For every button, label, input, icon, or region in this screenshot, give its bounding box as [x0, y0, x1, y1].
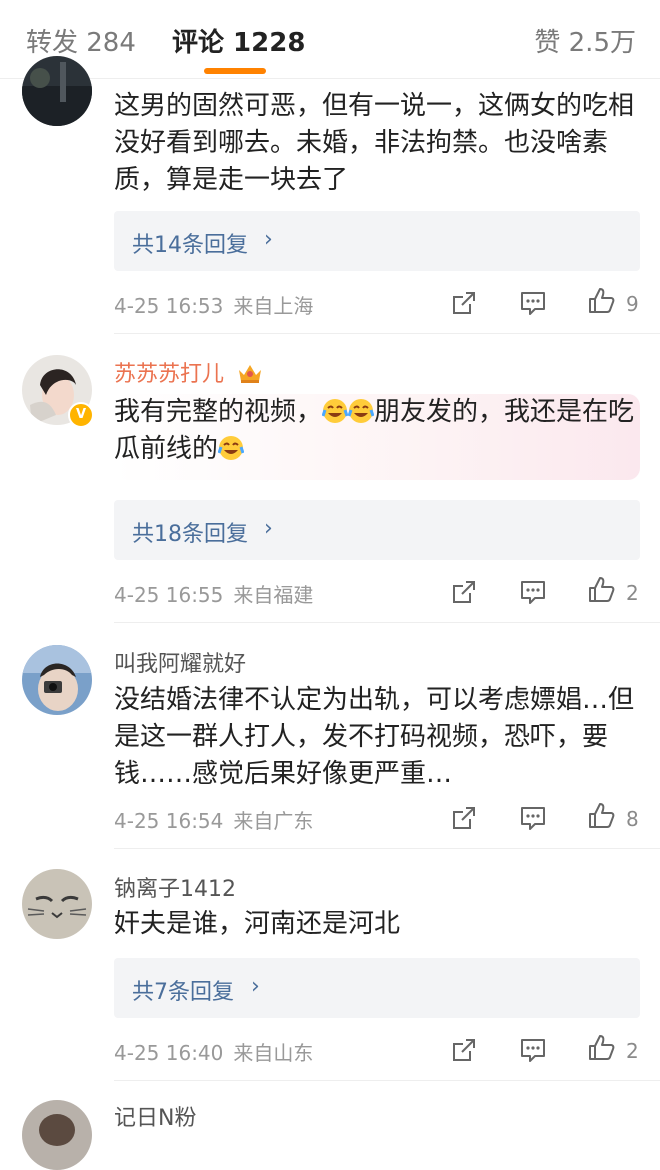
share-icon[interactable] [449, 288, 479, 318]
comment-text: 奸夫是谁，河南还是河北 [114, 909, 401, 939]
username[interactable]: 记日N粉 [114, 1100, 196, 1132]
comment-meta: 4-25 16:53 来自上海 [114, 290, 313, 319]
comment-text-part: 我有完整的视频， [114, 397, 323, 427]
avatar[interactable] [22, 56, 92, 126]
tab-likes[interactable]: 赞 2.5万 [534, 22, 636, 59]
comment-tabs: 转发 284 评论 1228 赞 2.5万 [0, 0, 660, 79]
comment-icon[interactable] [518, 577, 548, 607]
chevron-right-icon: › [251, 974, 260, 999]
crying-laughing-emoji [348, 399, 375, 423]
like-count: 8 [626, 807, 639, 831]
username[interactable]: 叫我阿耀就好 [114, 646, 246, 678]
like-count: 2 [626, 581, 639, 605]
divider [114, 622, 660, 623]
comment-location: 来自上海 [233, 294, 314, 318]
comment-text: 我有完整的视频， 朋友发的，我还是在吃瓜前线的 [114, 394, 640, 480]
comment-text: 这男的固然可恶，但有一说一，这俩女的吃相没好看到哪去。未婚，非法拘禁。也没啥素质… [114, 91, 635, 195]
avatar[interactable] [22, 1100, 92, 1170]
divider [114, 1080, 660, 1081]
comment-icon[interactable] [518, 1035, 548, 1065]
comment-time: 4-25 16:40 [114, 1041, 224, 1065]
username-text: 苏苏苏打儿 [114, 362, 225, 387]
share-icon[interactable] [449, 803, 479, 833]
replies-label: 共7条回复 [132, 980, 234, 1005]
comment-meta: 4-25 16:54 来自广东 [114, 805, 313, 834]
comment-time: 4-25 16:55 [114, 583, 224, 607]
verified-badge-icon: V [68, 402, 94, 428]
username[interactable]: 苏苏苏打儿 [114, 356, 263, 388]
vip-crown-icon [239, 365, 262, 383]
comment-location: 来自广东 [233, 809, 314, 833]
comment-text: 没结婚法律不认定为出轨，可以考虑嫖娼…但是这一群人打人，发不打码视频，恐吓，要钱… [114, 685, 635, 789]
replies-button[interactable]: 共18条回复 › [114, 500, 640, 560]
divider [114, 848, 660, 849]
replies-label: 共14条回复 [132, 233, 248, 258]
comment-location: 来自福建 [233, 583, 314, 607]
comment-meta: 4-25 16:40 来自山东 [114, 1037, 313, 1066]
active-tab-indicator [204, 68, 266, 74]
username[interactable]: 钠离子1412 [114, 871, 236, 903]
comment-time: 4-25 16:54 [114, 809, 224, 833]
tab-comments[interactable]: 评论 1228 [172, 22, 305, 59]
thumbs-up-icon[interactable] [586, 286, 616, 316]
crying-laughing-emoji [218, 436, 245, 460]
replies-button[interactable]: 共7条回复 › [114, 958, 640, 1018]
share-icon[interactable] [449, 1035, 479, 1065]
thumbs-up-icon[interactable] [586, 575, 616, 605]
chevron-right-icon: › [264, 516, 273, 541]
like-count: 9 [626, 292, 639, 316]
chevron-right-icon: › [264, 227, 273, 252]
comment-time: 4-25 16:53 [114, 294, 224, 318]
crying-laughing-emoji [322, 399, 349, 423]
avatar[interactable] [22, 869, 92, 939]
avatar[interactable] [22, 645, 92, 715]
share-icon[interactable] [449, 577, 479, 607]
replies-button[interactable]: 共14条回复 › [114, 211, 640, 271]
comment-icon[interactable] [518, 288, 548, 318]
replies-label: 共18条回复 [132, 522, 248, 547]
thumbs-up-icon[interactable] [586, 1033, 616, 1063]
divider [114, 333, 660, 334]
comment-location: 来自山东 [233, 1041, 314, 1065]
tab-repost[interactable]: 转发 284 [26, 22, 136, 59]
like-count: 2 [626, 1039, 639, 1063]
thumbs-up-icon[interactable] [586, 801, 616, 831]
comment-icon[interactable] [518, 803, 548, 833]
comment-meta: 4-25 16:55 来自福建 [114, 579, 313, 608]
